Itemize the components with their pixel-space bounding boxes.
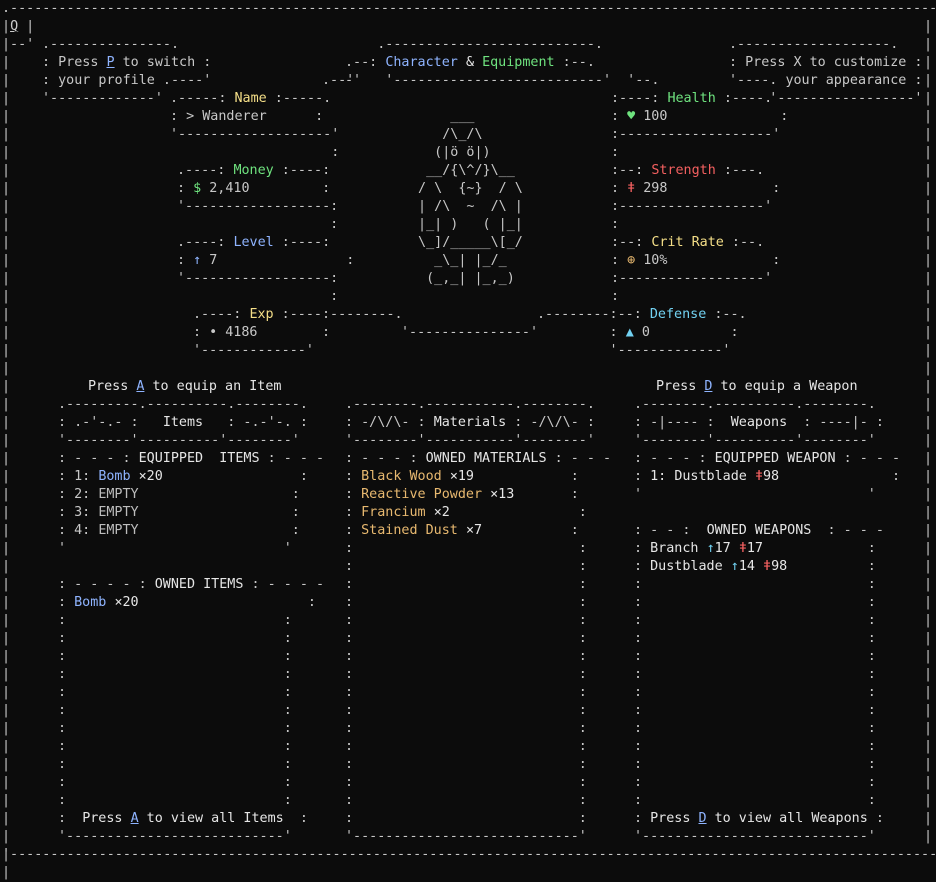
avatar-art-line: __/{\^/}\__ — [410, 163, 515, 178]
avatar-art-line: /\_/\ — [410, 127, 483, 142]
stat-defense-label: Defense — [649, 307, 707, 322]
owned-item-1[interactable]: Bomb — [74, 595, 106, 610]
stat-name-box: .-----: Name :-----. : > Wanderer : '---… — [170, 91, 340, 160]
stat-level-box: .----: Level :----: : ↑ 7 : '-----------… — [177, 235, 355, 304]
stat-name-value: Wanderer — [202, 109, 267, 124]
stat-crit-label: Crit Rate — [651, 235, 724, 250]
stat-level-label: Level — [233, 235, 274, 250]
avatar-base-line: '---------------' — [401, 325, 539, 340]
corner-key-box[interactable]: |Q | — [2, 18, 34, 36]
exp-icon: • — [209, 325, 218, 340]
stat-defense-box: .--------:--: Defense :--. : ▲ 0 : '----… — [537, 307, 747, 358]
outer-frame-bottom: '---------------------------------------… — [2, 847, 936, 862]
item-slot-3[interactable]: EMPTY — [98, 505, 138, 520]
equip-item-hint: Press A to equip an Item — [88, 379, 282, 394]
item-slot-4[interactable]: EMPTY — [98, 523, 138, 538]
view-weapons-key[interactable]: D — [699, 811, 707, 826]
strength-icon: ǂ — [738, 541, 747, 556]
stat-exp-box: .----: Exp :----:--------. : • 4186 : '-… — [193, 307, 403, 358]
corner-key-box-bottom: |--' — [2, 37, 35, 52]
item-slot-1[interactable]: Bomb — [98, 469, 130, 484]
crit-icon: ⊕ — [627, 253, 636, 268]
stat-money-value: 2,410 — [209, 181, 250, 196]
money-icon: $ — [193, 181, 202, 196]
shield-icon: ▲ — [625, 325, 634, 340]
material-1[interactable]: Black Wood — [361, 469, 442, 484]
equipped-items-header: EQUIPPED ITEMS — [138, 451, 260, 466]
title-left-leg: .--' — [322, 73, 355, 88]
name-icon: > — [186, 109, 195, 124]
owned-materials-header: OWNED MATERIALS — [425, 451, 547, 466]
stat-health-value: 100 — [643, 109, 668, 124]
avatar-art-line: | /\ ~ /\ | — [410, 199, 523, 214]
material-3[interactable]: Francium — [361, 505, 426, 520]
strength-icon: ǂ — [754, 469, 763, 484]
outer-frame-right: | | | | | | | | | | | | | | | | | | | | | | | | | | | | | | | | | | | | | | | |… — [924, 19, 933, 844]
stat-health-box: :----: Health :----. : ♥ 100 : :--------… — [611, 91, 789, 160]
items-panel-title: Items — [162, 415, 204, 430]
avatar-art-line: \_]/_____\[_/ — [410, 235, 523, 250]
weapons-panel: .--------.----------.--------. : -|---- … — [634, 397, 901, 844]
materials-panel: .--------.-----------.--------. : -/\/\-… — [345, 397, 612, 844]
avatar-art-line: / \ {~} / \ — [410, 181, 523, 196]
outer-frame-top: .---------------------------------------… — [2, 1, 936, 16]
profile-hint-line2: your profile — [58, 73, 155, 88]
stat-health-label: Health — [667, 91, 716, 106]
equip-weapon-hint: Press D to equip a Weapon — [656, 379, 858, 394]
avatar-art-line: (_,_| |_,_) — [410, 271, 515, 286]
equipped-weapon-1[interactable]: Dustblade — [674, 469, 747, 484]
avatar-ascii-art: ___ /\_/\ (|ö ö|) __/{\^/}\__ / \ {~} / … — [410, 108, 523, 288]
appearance-hint-line1: Press X to customize — [745, 55, 907, 70]
stat-strength-label: Strength — [651, 163, 716, 178]
heart-icon: ♥ — [627, 109, 636, 124]
strength-icon: ǂ — [627, 181, 636, 196]
quit-key[interactable]: Q — [10, 19, 18, 34]
material-4[interactable]: Stained Dust — [361, 523, 458, 538]
owned-weapon-2[interactable]: Dustblade — [650, 559, 723, 574]
title-equipment: Equipment — [482, 55, 555, 70]
avatar-art-line: |_| ) ( |_| — [410, 217, 523, 232]
profile-key[interactable]: P — [107, 55, 115, 70]
stat-crit-value: 10% — [643, 253, 668, 268]
material-2[interactable]: Reactive Powder — [361, 487, 482, 502]
appearance-hint-line2: your appearance — [785, 73, 907, 88]
owned-weapon-1[interactable]: Branch — [650, 541, 698, 556]
strength-icon: ǂ — [763, 559, 772, 574]
avatar-art-line: (|ö ö|) — [410, 145, 491, 160]
stat-money-label: Money — [233, 163, 274, 178]
title-box: .--------------------------. .--: Charac… — [345, 37, 660, 88]
avatar-art-line: ___ — [410, 109, 475, 124]
stat-level-value: 7 — [209, 253, 218, 268]
level-icon: ↑ — [706, 541, 715, 556]
owned-weapons-header: OWNED WEAPONS — [706, 523, 812, 538]
stat-exp-label: Exp — [249, 307, 274, 322]
level-icon: ↑ — [730, 559, 739, 574]
stat-defense-value: 0 — [641, 325, 650, 340]
stat-crit-box: :--: Crit Rate :--. : ⊕ 10% : :---------… — [611, 235, 781, 304]
stat-name-label: Name — [234, 91, 267, 106]
owned-items-header: OWNED ITEMS — [154, 577, 244, 592]
items-panel: .---------.----------.--------. : .-'-.-… — [58, 397, 325, 844]
stat-strength-box: :--: Strength :---. : ǂ 298 : :---------… — [611, 163, 781, 232]
level-icon: ↑ — [193, 253, 202, 268]
equipped-weapon-header: EQUIPPED WEAPON — [714, 451, 836, 466]
title-character: Character — [385, 55, 458, 70]
view-items-key[interactable]: A — [131, 811, 139, 826]
stat-strength-value: 298 — [643, 181, 668, 196]
avatar-art-line: _\_| |_/_ — [410, 253, 507, 268]
stat-exp-value: 4186 — [225, 325, 258, 340]
weapons-panel-title: Weapons — [730, 415, 788, 430]
outer-frame-left: | | | | | | | | | | | | | | | | | | | | | | | | | | | | | | | | | | | | | | | |… — [2, 55, 11, 880]
item-slot-2[interactable]: EMPTY — [98, 487, 138, 502]
stat-money-box: .----: Money :----: : $ 2,410 : '-------… — [177, 163, 339, 232]
materials-panel-title: Materials — [433, 415, 507, 430]
